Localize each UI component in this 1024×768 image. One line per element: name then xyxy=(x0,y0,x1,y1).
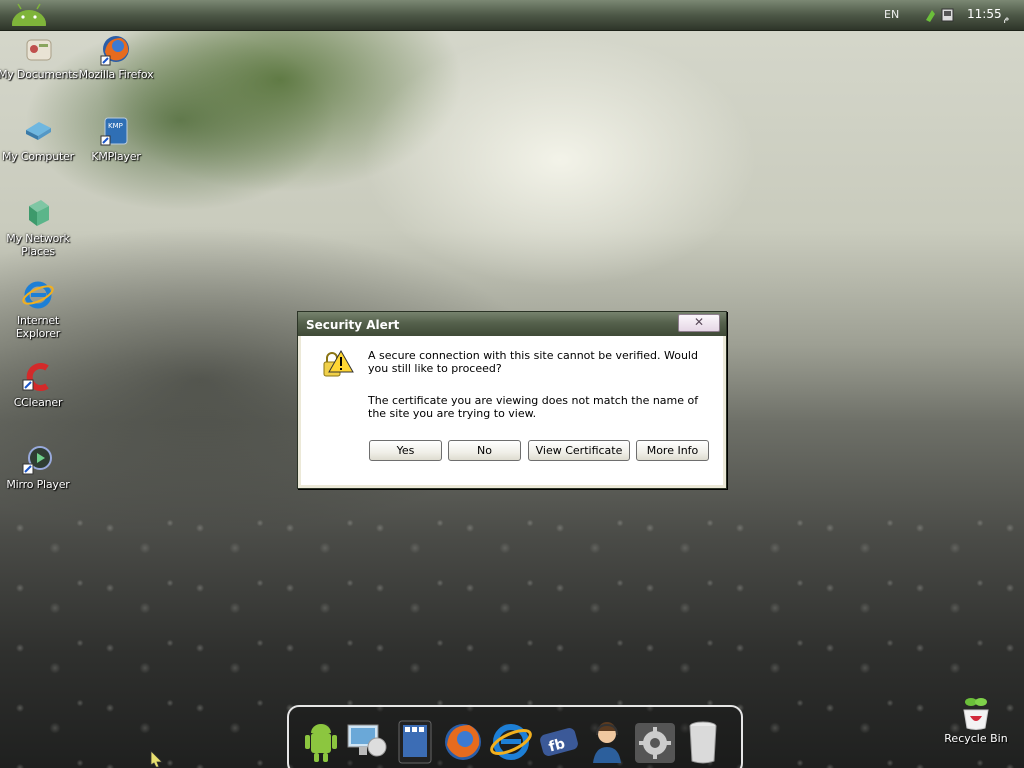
desktop-icon-my-computer[interactable]: My Computer xyxy=(0,114,78,163)
dock-item-firefox[interactable] xyxy=(441,717,485,767)
network-places-icon xyxy=(29,200,49,226)
desktop-icon-label: Recycle Bin xyxy=(944,732,1008,745)
application-dock: fb xyxy=(287,705,743,768)
desktop-icon-label: Mirro Player xyxy=(6,478,70,491)
ccleaner-icon xyxy=(22,363,49,391)
close-button[interactable]: ✕ xyxy=(678,314,720,332)
firefox-icon xyxy=(100,36,129,66)
clock[interactable]: 11:55 م xyxy=(967,7,1009,24)
dock-item-tablet[interactable] xyxy=(393,717,437,767)
support-agent-icon xyxy=(593,722,621,763)
dock-item-trash[interactable] xyxy=(681,717,725,767)
clock-time: 11:55 xyxy=(967,7,1002,21)
yes-button[interactable]: Yes xyxy=(369,440,442,461)
network-computer-icon xyxy=(347,724,387,757)
dock-item-facebook[interactable]: fb xyxy=(537,717,581,767)
security-alert-dialog: Security Alert ✕ A secure connection wit… xyxy=(297,311,727,489)
my-computer-icon xyxy=(26,122,51,140)
desktop-icon-label: My Documents xyxy=(0,68,78,81)
dock-item-android[interactable] xyxy=(299,717,343,767)
firefox-icon xyxy=(445,724,481,760)
view-certificate-button[interactable]: View Certificate xyxy=(528,440,630,461)
language-indicator[interactable]: EN xyxy=(884,8,899,21)
desktop-icon-recycle-bin[interactable]: Recycle Bin xyxy=(938,696,1014,745)
tablet-icon xyxy=(398,720,432,764)
dock-item-network-computer[interactable] xyxy=(345,717,389,767)
desktop-icon-label: My Computer xyxy=(2,150,74,163)
desktop-icon-kmplayer[interactable]: KMP KMPlayer xyxy=(76,114,156,163)
desktop-icon-network-places[interactable]: My Network Places xyxy=(0,196,78,258)
settings-gear-icon xyxy=(635,723,675,763)
clock-suffix: م xyxy=(1003,14,1010,24)
desktop-icon-firefox[interactable]: Mozilla Firefox xyxy=(76,32,156,81)
no-button[interactable]: No xyxy=(448,440,521,461)
top-panel: EN 11:55 م xyxy=(0,0,1024,31)
my-documents-icon xyxy=(26,39,52,61)
message-text-2: The certificate you are viewing does not… xyxy=(368,394,699,420)
message-text-1: A secure connection with this site canno… xyxy=(368,349,698,375)
system-tray-icons[interactable] xyxy=(924,6,956,24)
internet-explorer-icon xyxy=(22,281,54,309)
desktop-icon-label: Mozilla Firefox xyxy=(78,68,154,81)
desktop-icon-internet-explorer[interactable]: Internet Explorer xyxy=(0,278,78,340)
desktop-icon-label: My Network Places xyxy=(6,232,70,258)
security-lock-warning-icon xyxy=(323,349,354,377)
dock-item-support-agent[interactable] xyxy=(585,717,629,767)
close-icon: ✕ xyxy=(693,315,705,329)
android-logo-icon[interactable] xyxy=(10,2,48,26)
dialog-message: A secure connection with this site canno… xyxy=(368,349,718,439)
mouse-cursor-icon xyxy=(150,750,163,768)
dock-item-internet-explorer[interactable] xyxy=(489,717,533,767)
recycle-bin-icon xyxy=(963,698,989,730)
more-info-button[interactable]: More Info xyxy=(636,440,709,461)
internet-explorer-icon xyxy=(490,724,532,760)
dock-item-settings[interactable] xyxy=(633,717,677,767)
svg-text:KMP: KMP xyxy=(108,122,123,130)
desktop-icon-mirro-player[interactable]: Mirro Player xyxy=(0,442,78,491)
desktop-icon-my-documents[interactable]: My Documents xyxy=(0,32,78,81)
dialog-titlebar[interactable]: Security Alert ✕ xyxy=(298,312,726,336)
desktop-icon-label: Internet Explorer xyxy=(15,314,61,340)
dialog-body: A secure connection with this site canno… xyxy=(301,336,723,485)
desktop-icon-label: CCleaner xyxy=(13,396,63,409)
mirro-player-icon xyxy=(22,446,52,475)
desktop-icon-label: KMPlayer xyxy=(91,150,141,163)
facebook-icon: fb xyxy=(540,728,578,756)
kmplayer-icon: KMP xyxy=(100,117,128,146)
desktop-icon-ccleaner[interactable]: CCleaner xyxy=(0,360,78,409)
dialog-title: Security Alert xyxy=(306,318,400,332)
trash-can-icon xyxy=(689,721,717,764)
android-icon xyxy=(305,724,337,762)
